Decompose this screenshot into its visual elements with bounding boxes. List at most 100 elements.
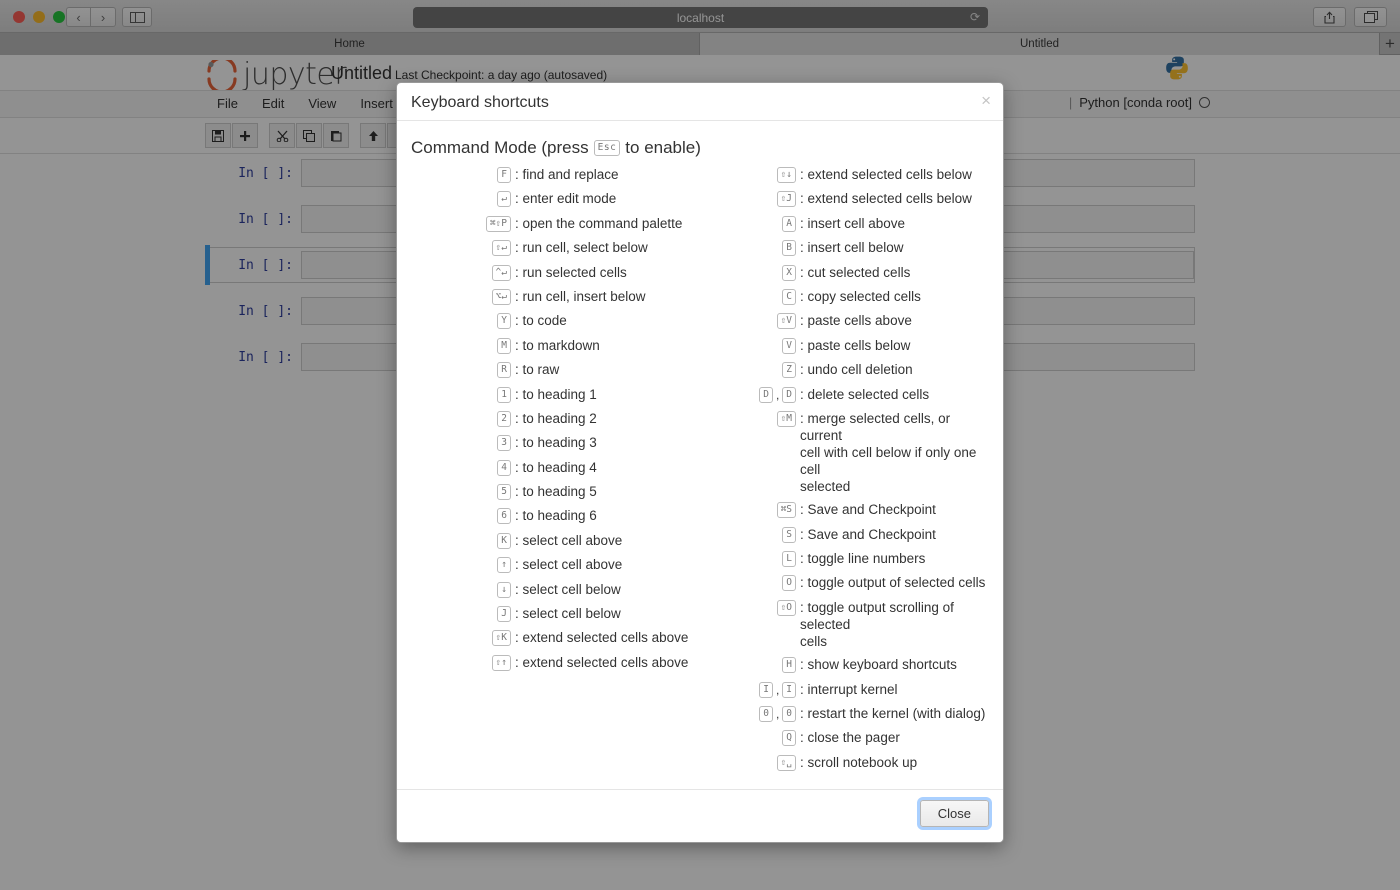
key-icon: 0 [782,706,797,723]
key-icon: I [782,681,797,698]
shortcut-description-text: : to code [515,313,567,329]
shortcut-row: 0,0: restart the kernel (with dialog) [696,705,989,723]
key-icon: J [497,606,511,623]
shortcut-row: ⇧↑: extend selected cells above [411,654,696,672]
shortcut-description: : to heading 4 [511,459,597,476]
shortcut-description-text: : paste cells below [800,337,911,353]
shortcut-keys: I,I [696,681,797,698]
key-icon: ⌘⇧P [485,215,511,232]
modal-footer: Close [397,789,1003,842]
shortcut-row: ⇧K: extend selected cells above [411,629,696,647]
shortcut-description: : delete selected cells [796,386,929,403]
shortcut-row: M: to markdown [411,337,696,355]
shortcut-row: ⇧␣: scroll notebook up [696,754,989,772]
key-icon: ↓ [497,581,511,598]
shortcut-description: : paste cells below [796,337,910,354]
shortcut-keys: A [696,215,797,232]
shortcut-description: : select cell above [511,532,622,549]
shortcut-description: : extend selected cells above [511,629,688,646]
shortcut-description: : run selected cells [511,264,627,281]
key-icon: V [782,337,797,354]
shortcut-description-text: : run cell, select below [515,240,648,256]
key-icon: F [497,167,511,183]
shortcut-keys: B [696,239,797,257]
shortcut-description: : undo cell deletion [796,361,913,378]
shortcut-keys: ^↵ [411,264,511,281]
close-button[interactable]: Close [919,800,989,827]
key-icon: 2 [497,410,511,427]
shortcut-keys: ⌥↵ [411,288,511,305]
key-icon: ⇧V [776,313,797,330]
shortcut-description: : to heading 6 [511,507,597,524]
shortcut-row: ⌘S: Save and Checkpoint [696,501,989,519]
shortcut-description: : Save and Checkpoint [796,501,936,518]
close-icon[interactable]: × [981,92,991,109]
shortcut-description-text: : select cell above [515,557,623,573]
key-icon: 1 [497,386,511,403]
key-separator: , [775,682,780,697]
key-icon: D [782,386,797,403]
shortcut-description-continued: cells [800,633,828,649]
shortcut-description: : to heading 1 [511,386,597,403]
shortcut-description: : to markdown [511,337,600,354]
shortcut-description: : insert cell above [796,215,905,232]
shortcut-row: 4: to heading 4 [411,459,696,477]
shortcut-description-text: : paste cells above [800,313,912,329]
key-icon: I [759,681,773,698]
shortcut-description: : toggle output of selected cells [796,574,985,591]
shortcut-description: : to raw [511,361,559,378]
shortcut-keys: Z [696,361,797,379]
shortcut-row: Y: to code [411,312,696,330]
shortcut-row: ^↵: run selected cells [411,264,696,282]
shortcut-keys: ⇧O [696,599,797,616]
key-icon: M [497,337,511,354]
shortcut-description-text: : select cell above [515,532,623,548]
key-icon: X [782,264,797,281]
key-icon: 3 [497,435,511,452]
shortcut-description: : Save and Checkpoint [796,526,936,543]
shortcut-row: J: select cell below [411,605,696,623]
shortcut-keys: ↑ [411,556,511,574]
shortcut-description: : copy selected cells [796,288,921,305]
key-icon: 4 [497,459,511,476]
shortcut-description: : select cell below [511,605,621,622]
command-mode-right-column: ⇧↓: extend selected cells below ⇧J: exten… [696,166,989,778]
shortcut-keys: K [411,532,511,549]
key-icon: ↑ [497,557,511,574]
shortcut-row: V: paste cells below [696,337,989,355]
shortcut-description-text: : restart the kernel (with dialog) [800,706,986,722]
shortcut-description: : select cell below [511,581,621,598]
shortcut-row: D,D: delete selected cells [696,386,989,404]
shortcut-description-text: : merge selected cells, or current [800,410,951,443]
shortcut-keys: ⇧↓ [696,166,797,183]
modal-header: Keyboard shortcuts × [397,83,1003,121]
shortcut-description-text: : toggle output of selected cells [800,575,986,591]
shortcut-description: : merge selected cells, or current cell w… [796,410,989,495]
command-mode-columns: F: find and replace ↵: enter edit mode ⌘⇧P… [411,166,989,778]
shortcut-row: 1: to heading 1 [411,386,696,404]
shortcut-description-text: : to raw [515,362,560,378]
shortcut-keys: ⇧␣ [696,754,797,771]
key-icon: ⇧K [491,630,511,647]
shortcut-keys: V [696,337,797,354]
modal-title: Keyboard shortcuts [411,94,549,111]
shortcut-row: Q: close the pager [696,729,989,747]
shortcut-row: 6: to heading 6 [411,507,696,525]
shortcut-row: C: copy selected cells [696,288,989,306]
shortcut-keys: 5 [411,483,511,501]
shortcut-row: ⇧O: toggle output scrolling of selected c… [696,599,989,650]
shortcut-description-text: : copy selected cells [800,288,921,304]
shortcut-description-text: : extend selected cells below [800,191,972,207]
key-icon: K [497,532,511,549]
shortcut-row: S: Save and Checkpoint [696,526,989,544]
shortcut-row: L: toggle line numbers [696,550,989,568]
shortcut-description-text: : scroll notebook up [800,754,918,770]
esc-key-icon: Esc [593,140,621,156]
key-icon: 6 [497,508,511,525]
shortcut-keys: ⇧↑ [411,654,511,671]
shortcut-keys: J [411,605,511,623]
shortcut-description: : cut selected cells [796,264,910,281]
shortcut-description-text: : run selected cells [515,264,627,280]
shortcut-description: : to code [511,312,567,329]
shortcut-description-text: : extend selected cells below [800,167,972,182]
